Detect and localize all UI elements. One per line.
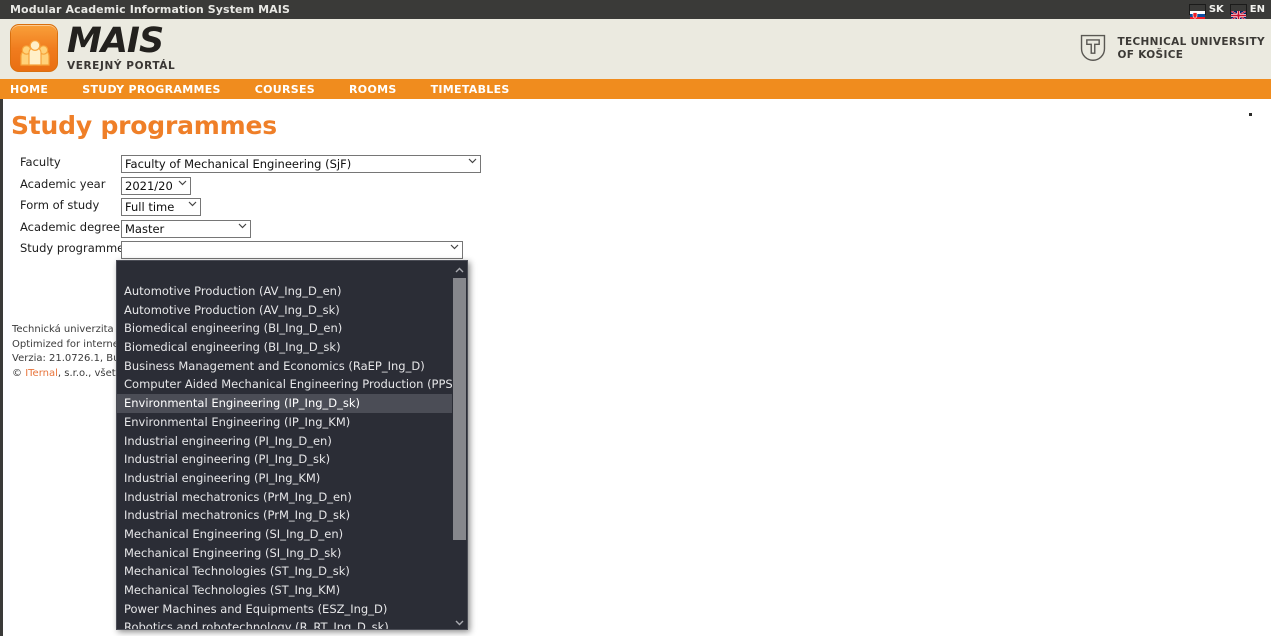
university-name: TECHNICAL UNIVERSITY OF KOŠICE (1117, 36, 1265, 62)
dropdown-option[interactable]: Industrial engineering (PI_Ing_D_sk) (117, 450, 454, 469)
dropdown-option[interactable]: Industrial engineering (PI_Ing_KM) (117, 469, 454, 488)
label-study-programme: Study programme (20, 241, 124, 255)
footer-copyright-prefix: © (12, 368, 25, 379)
nav-item-timetables[interactable]: TIMETABLES (431, 83, 510, 96)
page-root: Modular Academic Information System MAIS… (0, 0, 1271, 636)
dropdown-option[interactable]: Automotive Production (AV_Ing_D_sk) (117, 301, 454, 320)
dropdown-option[interactable]: Robotics and robotechnology (R_RT_Ing_D_… (117, 618, 454, 630)
slovak-flag-icon (1189, 4, 1206, 15)
form-row-form-of-study: Form of study Full time (3, 196, 603, 218)
label-academic-year: Academic year (20, 177, 105, 191)
study-programme-dropdown-list[interactable]: Automotive Production (AV_Ing_D_en)Autom… (116, 260, 468, 630)
nav-item-courses[interactable]: COURSES (255, 83, 315, 96)
form-of-study-select-wrap: Full time (121, 196, 201, 216)
dropdown-option[interactable]: Environmental Engineering (IP_Ing_D_sk) (117, 394, 454, 413)
form-row-academic-degree: Academic degree Master (3, 218, 603, 240)
footer-vendor-link[interactable]: ITernal (25, 368, 58, 379)
form-row-faculty: Faculty Faculty of Mechanical Engineerin… (3, 153, 603, 175)
mais-logo[interactable]: MAIS VEREJNÝ PORTÁL (10, 24, 175, 72)
window-titlebar: Modular Academic Information System MAIS… (0, 0, 1271, 19)
dropdown-option[interactable]: Automotive Production (AV_Ing_D_en) (117, 282, 454, 301)
dropdown-option[interactable]: Mechanical Engineering (SI_Ing_D_en) (117, 525, 454, 544)
mais-wordmark-main: MAIS (67, 24, 175, 59)
scrollbar-up-arrow-icon[interactable] (452, 261, 467, 278)
dropdown-option[interactable]: Biomedical engineering (BI_Ing_D_en) (117, 319, 454, 338)
label-form-of-study: Form of study (20, 198, 99, 212)
nav-item-rooms[interactable]: ROOMS (349, 83, 397, 96)
filter-form: Faculty Faculty of Mechanical Engineerin… (3, 153, 603, 261)
mais-wordmark-subtitle: VEREJNÝ PORTÁL (67, 61, 175, 72)
scrollbar-down-arrow-icon[interactable] (452, 614, 467, 630)
dropdown-option[interactable]: Mechanical Technologies (ST_Ing_KM) (117, 581, 454, 600)
language-label-en: EN (1250, 4, 1265, 15)
nav-item-study-programmes[interactable]: STUDY PROGRAMMES (82, 83, 221, 96)
dropdown-option[interactable]: Mechanical Technologies (ST_Ing_D_sk) (117, 562, 454, 581)
main-navigation: HOME STUDY PROGRAMMES COURSES ROOMS TIME… (0, 79, 1271, 99)
mais-wordmark: MAIS VEREJNÝ PORTÁL (67, 24, 175, 72)
mais-logo-icon (10, 24, 58, 72)
form-row-study-programme: Study programme (3, 239, 603, 261)
university-name-line2: OF KOŠICE (1117, 49, 1265, 62)
dropdown-scrollbar[interactable] (452, 261, 467, 630)
form-row-academic-year: Academic year 2021/2022 (3, 175, 603, 197)
window-title: Modular Academic Information System MAIS (10, 3, 290, 16)
form-of-study-select[interactable]: Full time (121, 198, 201, 216)
academic-degree-select-wrap: Master (121, 218, 251, 238)
academic-year-select[interactable]: 2021/2022 (121, 177, 191, 195)
study-programme-select[interactable] (121, 241, 463, 259)
faculty-select[interactable]: Faculty of Mechanical Engineering (SjF) (121, 155, 481, 173)
university-name-line1: TECHNICAL UNIVERSITY (1117, 36, 1265, 49)
faculty-select-wrap: Faculty of Mechanical Engineering (SjF) (121, 153, 481, 173)
dropdown-option[interactable]: Power Machines and Equipments (ESZ_Ing_D… (117, 600, 454, 619)
language-option-en[interactable]: EN (1230, 4, 1265, 15)
dropdown-option[interactable]: Industrial engineering (PI_Ing_D_en) (117, 432, 454, 451)
uk-flag-icon (1230, 4, 1247, 15)
study-programme-select-wrap (121, 239, 463, 259)
university-logo: TECHNICAL UNIVERSITY OF KOŠICE (1078, 32, 1265, 66)
label-academic-degree: Academic degree (20, 220, 120, 234)
dropdown-option[interactable]: Mechanical Engineering (SI_Ing_D_sk) (117, 544, 454, 563)
label-faculty: Faculty (20, 155, 61, 169)
language-option-sk[interactable]: SK (1189, 4, 1224, 15)
dropdown-option[interactable]: Environmental Engineering (IP_Ing_KM) (117, 413, 454, 432)
dropdown-option[interactable]: Industrial mechatronics (PrM_Ing_D_en) (117, 488, 454, 507)
dropdown-options-container: Automotive Production (AV_Ing_D_en)Autom… (117, 261, 454, 630)
dropdown-option[interactable]: Biomedical engineering (BI_Ing_D_sk) (117, 338, 454, 357)
tuke-shield-icon (1078, 32, 1108, 66)
academic-degree-select[interactable]: Master (121, 220, 251, 238)
dropdown-option[interactable]: Industrial mechatronics (PrM_Ing_D_sk) (117, 506, 454, 525)
academic-year-select-wrap: 2021/2022 (121, 175, 191, 195)
site-header: MAIS VEREJNÝ PORTÁL TECHNICAL UNIVERSITY… (0, 19, 1271, 79)
scrollbar-thumb[interactable] (453, 278, 466, 540)
dropdown-option[interactable]: Computer Aided Mechanical Engineering Pr… (117, 375, 454, 394)
page-title: Study programmes (11, 111, 277, 140)
language-switcher: SK EN (1189, 0, 1265, 19)
dropdown-option[interactable]: Business Management and Economics (RaEP_… (117, 357, 454, 376)
language-label-sk: SK (1209, 4, 1224, 15)
dot-artifact (1249, 113, 1252, 116)
nav-item-home[interactable]: HOME (10, 83, 48, 96)
